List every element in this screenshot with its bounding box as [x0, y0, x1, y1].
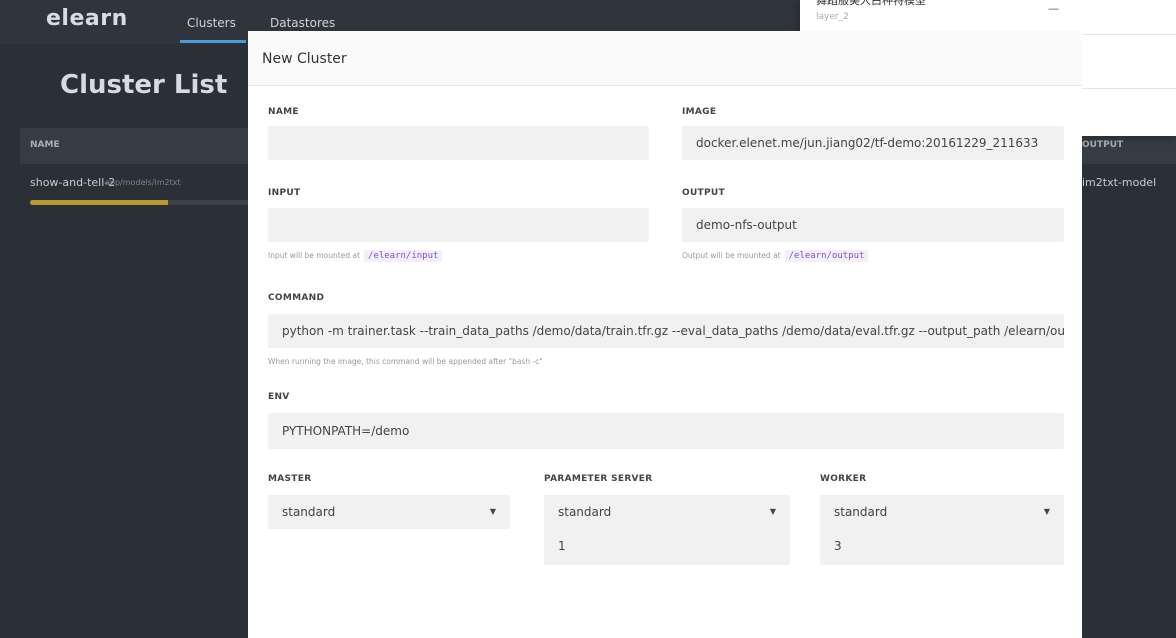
page-title: Cluster List — [60, 70, 228, 100]
cluster-output: im2txt-model — [1082, 176, 1157, 189]
master-label: MASTER — [268, 474, 312, 484]
env-input[interactable]: PYTHONPATH=/demo — [268, 413, 1064, 449]
modal-header: New Cluster — [248, 31, 1082, 86]
command-label: COMMAND — [268, 293, 325, 303]
worker-count[interactable]: 3 — [820, 529, 1064, 565]
caret-down-icon: ▼ — [769, 507, 776, 516]
output-hint-text: Output will be mounted at — [682, 251, 781, 260]
output-hint: Output will be mounted at/elearn/output — [682, 250, 869, 262]
popup-item-value: — — [1048, 2, 1059, 15]
cluster-name-link[interactable]: show-and-tell-2 — [30, 176, 115, 189]
output-mount-path: /elearn/output — [784, 250, 869, 262]
new-cluster-modal: New Cluster NAME IMAGE docker.elenet.me/… — [248, 31, 1082, 638]
caret-down-icon: ▼ — [489, 507, 496, 516]
popup-item-subtitle: layer_2 — [816, 12, 849, 22]
output-field[interactable]: demo-nfs-output — [682, 208, 1064, 242]
name-label: NAME — [268, 107, 299, 117]
command-hint: When running the image, this command wil… — [268, 357, 543, 366]
active-tab-indicator — [180, 40, 246, 43]
input-field[interactable] — [268, 208, 649, 242]
nav-tab-datastores[interactable]: Datastores — [270, 16, 335, 30]
name-input[interactable] — [268, 126, 649, 160]
master-select-value: standard — [282, 505, 336, 519]
cluster-progress-bar — [30, 200, 260, 205]
popup-item-title: 舞蹈服美人白种特模型 — [816, 0, 926, 7]
cluster-path: app/models/im2txt — [105, 178, 181, 187]
input-hint-text: Input will be mounted at — [268, 251, 360, 260]
master-select[interactable]: standard ▼ — [268, 495, 510, 529]
parameter-server-select[interactable]: standard ▼ — [544, 495, 790, 529]
input-mount-path: /elearn/input — [363, 250, 443, 262]
parameter-server-count[interactable]: 1 — [544, 529, 790, 565]
worker-label: WORKER — [820, 474, 867, 484]
output-label: OUTPUT — [682, 188, 725, 198]
parameter-server-select-value: standard — [558, 505, 612, 519]
column-header-output: OUTPUT — [1082, 140, 1124, 150]
command-input[interactable]: python -m trainer.task --train_data_path… — [268, 314, 1064, 348]
input-label: INPUT — [268, 188, 301, 198]
column-header-name: NAME — [30, 140, 60, 150]
worker-select[interactable]: standard ▼ — [820, 495, 1064, 529]
image-label: IMAGE — [682, 107, 717, 117]
brand-logo[interactable]: elearn — [46, 6, 128, 31]
input-hint: Input will be mounted at/elearn/input — [268, 250, 443, 262]
env-label: ENV — [268, 392, 290, 402]
worker-select-value: standard — [834, 505, 888, 519]
image-input[interactable]: docker.elenet.me/jun.jiang02/tf-demo:201… — [682, 126, 1064, 160]
modal-title: New Cluster — [262, 51, 347, 67]
caret-down-icon: ▼ — [1043, 507, 1050, 516]
cluster-progress-fill — [30, 200, 168, 205]
popup-item[interactable]: 舞蹈服美人白种特模型 layer_2 — — [816, 0, 1156, 22]
parameter-server-label: PARAMETER SERVER — [544, 474, 653, 484]
nav-tab-clusters[interactable]: Clusters — [187, 16, 236, 30]
